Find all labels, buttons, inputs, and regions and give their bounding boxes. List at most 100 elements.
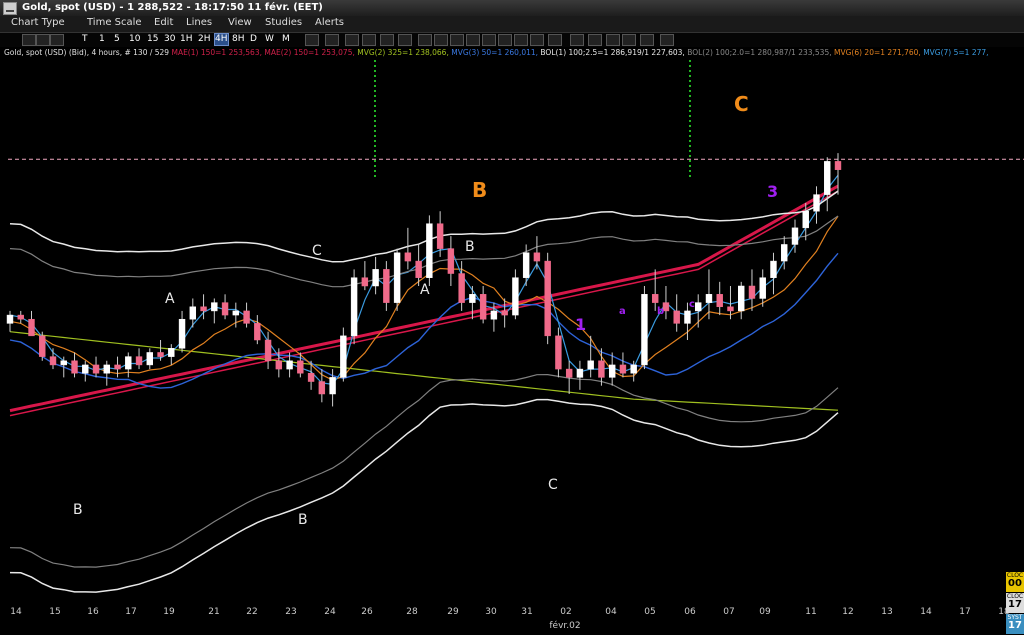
price-chart[interactable]: B C A C B A B C B 1 a b c 3 bbox=[0, 60, 1024, 600]
period-w-button[interactable]: W bbox=[265, 34, 274, 45]
candle-body bbox=[834, 161, 842, 170]
candle-body bbox=[254, 323, 261, 341]
period-t-button[interactable]: T bbox=[82, 34, 88, 45]
bollinger-lower-25 bbox=[9, 398, 839, 593]
menu-studies[interactable]: Studies bbox=[265, 17, 302, 28]
x-tick-label: 14 bbox=[10, 607, 22, 617]
candle-body bbox=[490, 310, 498, 320]
crosshair-icon[interactable] bbox=[305, 34, 319, 46]
candle-body bbox=[307, 372, 315, 382]
arrow-down-icon[interactable] bbox=[622, 34, 636, 46]
candle-body bbox=[135, 356, 143, 366]
period-m-button[interactable]: M bbox=[282, 34, 290, 45]
arrow-up-icon[interactable] bbox=[606, 34, 620, 46]
app-icon bbox=[3, 2, 17, 15]
print-icon[interactable] bbox=[530, 34, 544, 46]
period-4h-button[interactable]: 4H bbox=[214, 33, 229, 46]
mvg-325-line bbox=[9, 331, 839, 411]
candle-body bbox=[555, 335, 562, 370]
candle-body bbox=[125, 356, 132, 370]
candle-body bbox=[372, 269, 379, 287]
hand-icon[interactable] bbox=[514, 34, 528, 46]
x-tick-label: 02 bbox=[560, 607, 572, 617]
candle-body bbox=[82, 364, 89, 374]
ask-icon[interactable] bbox=[588, 34, 602, 46]
candle-body bbox=[791, 227, 799, 245]
candle-body bbox=[60, 360, 67, 366]
period-2h-button[interactable]: 2H bbox=[198, 34, 211, 45]
candle-body bbox=[802, 210, 809, 229]
mvg-5-line bbox=[9, 174, 839, 385]
candle-body bbox=[361, 277, 369, 287]
candle-body bbox=[716, 294, 723, 308]
move-icon[interactable] bbox=[380, 34, 394, 46]
candle-body bbox=[146, 352, 153, 366]
period-1-button[interactable]: 1 bbox=[99, 34, 105, 45]
wave-label-sub: c bbox=[689, 299, 695, 310]
cross-icon[interactable] bbox=[362, 34, 376, 46]
menu-view[interactable]: View bbox=[228, 17, 252, 28]
period-8h-button[interactable]: 8H bbox=[232, 34, 245, 45]
month-label: févr.02 bbox=[549, 621, 581, 631]
x-tick-label: 16 bbox=[87, 607, 99, 617]
stop-icon[interactable] bbox=[345, 34, 359, 46]
x-tick-label: 14 bbox=[920, 607, 932, 617]
menu-alerts[interactable]: Alerts bbox=[315, 17, 344, 28]
x-tick-label: 19 bbox=[163, 607, 175, 617]
close-icon[interactable] bbox=[466, 34, 480, 46]
line-chart-icon[interactable] bbox=[50, 34, 64, 46]
period-d-button[interactable]: D bbox=[250, 34, 257, 45]
candle-body bbox=[49, 356, 57, 366]
period-15-button[interactable]: 15 bbox=[147, 34, 158, 45]
candle-body bbox=[232, 310, 240, 316]
candle-body bbox=[17, 314, 24, 320]
trendline-icon[interactable] bbox=[398, 34, 412, 46]
candle-body bbox=[641, 294, 648, 366]
x-tick-label: 11 bbox=[805, 607, 817, 617]
candle-body bbox=[168, 348, 175, 357]
x-tick-label: 07 bbox=[723, 607, 735, 617]
save-icon[interactable] bbox=[548, 34, 562, 46]
x-tick-label: 24 bbox=[324, 607, 336, 617]
x-tick-label: 17 bbox=[959, 607, 971, 617]
legend-item: MVG(3) 50=1 260,011, bbox=[451, 48, 541, 57]
x-tick-label: 09 bbox=[759, 607, 771, 617]
cursor-icon[interactable] bbox=[325, 34, 339, 46]
candle-body bbox=[415, 260, 422, 278]
x-tick-label: 05 bbox=[644, 607, 656, 617]
period-30-button[interactable]: 30 bbox=[164, 34, 175, 45]
period-5-button[interactable]: 5 bbox=[114, 34, 120, 45]
zoom-out-icon[interactable] bbox=[434, 34, 448, 46]
scroll-right-icon[interactable] bbox=[498, 34, 512, 46]
candlestick-icon[interactable] bbox=[36, 34, 50, 46]
bar-chart-icon[interactable] bbox=[22, 34, 36, 46]
candle-body bbox=[544, 260, 551, 337]
candle-body bbox=[501, 310, 508, 316]
candle-body bbox=[211, 302, 218, 312]
scroll-left-icon[interactable] bbox=[482, 34, 496, 46]
candle-body bbox=[114, 364, 121, 370]
menu-chart-type[interactable]: Chart Type bbox=[11, 17, 65, 28]
clock-box-1: CLOC 00 bbox=[1006, 572, 1024, 592]
x-tick-label: 21 bbox=[208, 607, 220, 617]
menu-time-scale[interactable]: Time Scale bbox=[87, 17, 142, 28]
bid-icon[interactable] bbox=[570, 34, 584, 46]
x-tick-label: 23 bbox=[285, 607, 297, 617]
period-10-button[interactable]: 10 bbox=[129, 34, 140, 45]
wave-label-minor: B bbox=[298, 512, 308, 528]
candle-body bbox=[630, 364, 637, 374]
menu-edit[interactable]: Edit bbox=[154, 17, 173, 28]
x-tick-label: 30 bbox=[485, 607, 497, 617]
candle-body bbox=[103, 364, 110, 374]
wave-label-sub: a bbox=[619, 306, 626, 317]
menu-lines[interactable]: Lines bbox=[186, 17, 212, 28]
arrow-right-icon[interactable] bbox=[660, 34, 674, 46]
zoom-fit-icon[interactable] bbox=[450, 34, 464, 46]
wave-label-major-b: B bbox=[472, 178, 487, 202]
wave-label-sub: 1 bbox=[575, 315, 586, 334]
x-tick-label: 28 bbox=[406, 607, 418, 617]
time-axis: févr.02 14 15 16 17 19 21 22 23 24 26 28 29 30 31 02 04… bbox=[0, 600, 1024, 635]
arrow-left-icon[interactable] bbox=[640, 34, 654, 46]
zoom-in-icon[interactable] bbox=[418, 34, 432, 46]
period-1h-button[interactable]: 1H bbox=[180, 34, 193, 45]
